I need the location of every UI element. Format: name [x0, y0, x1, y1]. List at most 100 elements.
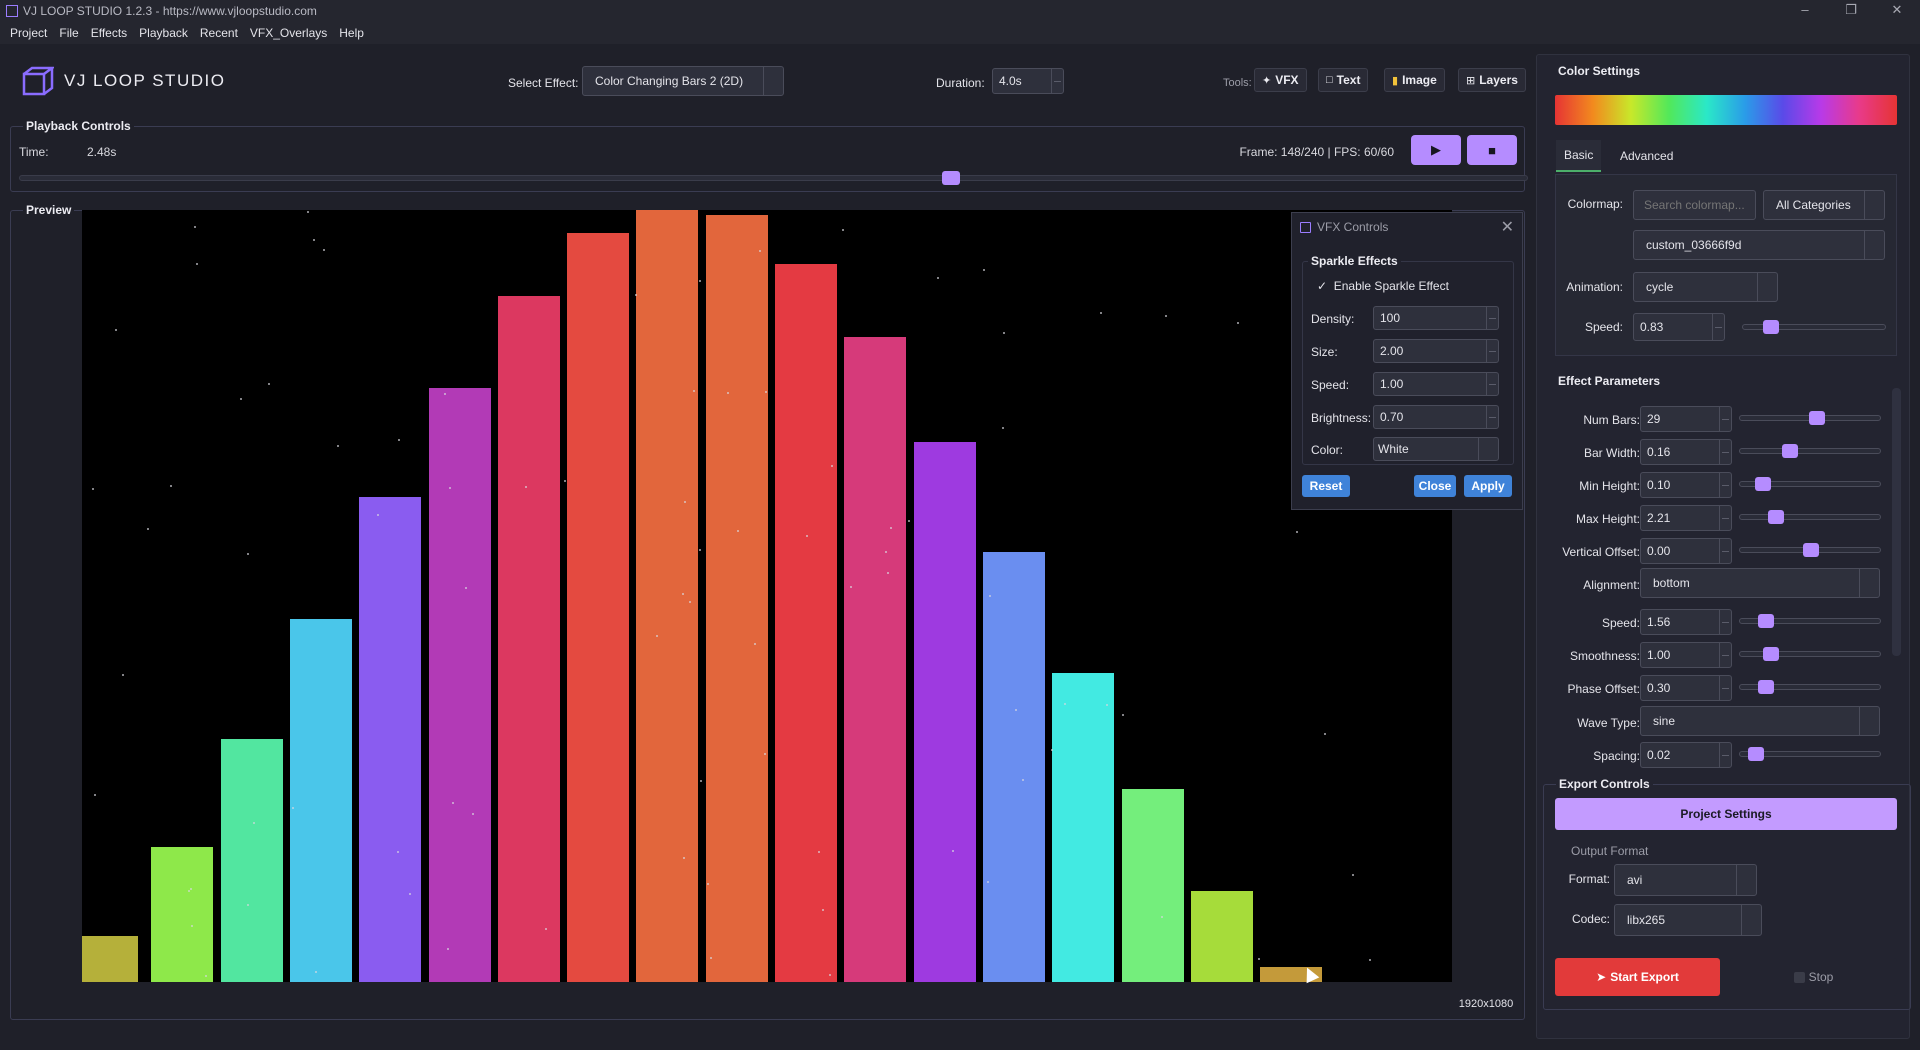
slider-handle[interactable]	[1781, 444, 1798, 458]
timeline-slider[interactable]	[19, 171, 1528, 185]
layers-tool-button[interactable]: ⊞ Layers	[1458, 68, 1526, 92]
stepper-arrows-icon[interactable]	[1486, 307, 1498, 329]
stepper-arrows-icon[interactable]	[1719, 643, 1731, 667]
min-height-slider[interactable]	[1739, 477, 1881, 491]
slider-handle[interactable]	[1767, 510, 1784, 524]
color-speed-stepper[interactable]: 0.83	[1633, 313, 1725, 341]
restore-icon[interactable]: ❐	[1828, 0, 1874, 22]
minimize-icon[interactable]: –	[1782, 0, 1828, 22]
start-export-button[interactable]: ➤ Start Export	[1555, 958, 1720, 996]
stepper-arrows-icon[interactable]	[1051, 69, 1063, 93]
animation-label: Animation:	[1566, 280, 1623, 294]
stepper-arrows-icon[interactable]	[1712, 314, 1724, 340]
colormap-select[interactable]: custom_03666f9d	[1633, 230, 1885, 260]
stop-playback-button[interactable]: ■	[1467, 135, 1517, 165]
effect-speed-label: Speed:	[1601, 616, 1640, 630]
text-tool-button[interactable]: □ Text	[1318, 68, 1369, 92]
brightness-stepper[interactable]: 0.70	[1373, 405, 1499, 429]
vertical-offset-stepper[interactable]: 0.00	[1640, 538, 1732, 564]
size-stepper[interactable]: 2.00	[1373, 339, 1499, 363]
smoothness-slider[interactable]	[1739, 647, 1881, 661]
apply-button[interactable]: Apply	[1464, 475, 1512, 497]
slider-handle[interactable]	[1757, 614, 1774, 628]
slider-handle[interactable]	[1755, 477, 1772, 491]
phase-offset-stepper[interactable]: 0.30	[1640, 675, 1732, 701]
enable-sparkle-checkbox[interactable]: ✓ Enable Sparkle Effect	[1317, 279, 1449, 293]
effect-select[interactable]: Color Changing Bars 2 (2D)	[582, 66, 784, 96]
play-button[interactable]: ▶	[1411, 135, 1461, 165]
stepper-arrows-icon[interactable]	[1719, 539, 1731, 563]
sparkle-particle	[268, 382, 271, 385]
slider-handle[interactable]	[1809, 411, 1826, 425]
sparkle-particle	[115, 329, 118, 332]
stepper-arrows-icon[interactable]	[1486, 340, 1498, 362]
close-button[interactable]: Close	[1414, 475, 1456, 497]
sparkle-effects-group: Sparkle Effects ✓ Enable Sparkle Effect …	[1302, 254, 1514, 465]
codec-select[interactable]: libx265	[1614, 904, 1762, 936]
menu-playback[interactable]: Playback	[139, 26, 188, 40]
vertical-offset-slider[interactable]	[1739, 543, 1881, 557]
slider-handle[interactable]	[1762, 647, 1779, 661]
menu-effects[interactable]: Effects	[91, 26, 127, 40]
sparkle-color-select[interactable]: White	[1373, 437, 1499, 461]
reset-button[interactable]: Reset	[1302, 475, 1350, 497]
stepper-arrows-icon[interactable]	[1719, 610, 1731, 634]
tab-basic[interactable]: Basic	[1556, 140, 1602, 172]
close-icon[interactable]: ✕	[1874, 0, 1920, 22]
effect-speed-slider[interactable]	[1739, 614, 1881, 628]
menu-project[interactable]: Project	[10, 26, 47, 40]
num-bars-slider[interactable]	[1739, 411, 1881, 425]
menu-help[interactable]: Help	[339, 26, 364, 40]
num-bars-stepper[interactable]: 29	[1640, 406, 1732, 432]
stepper-arrows-icon[interactable]	[1719, 743, 1731, 767]
menu-file[interactable]: File	[59, 26, 78, 40]
stepper-arrows-icon[interactable]	[1719, 473, 1731, 497]
visual-bar	[497, 296, 560, 982]
visual-bar	[567, 233, 630, 982]
effect-speed-stepper[interactable]: 1.56	[1640, 609, 1732, 635]
timeline-handle[interactable]	[941, 171, 960, 185]
slider-handle[interactable]	[1763, 320, 1780, 334]
sparkle-particle	[1160, 916, 1163, 919]
min-height-stepper[interactable]: 0.10	[1640, 472, 1732, 498]
phase-offset-slider[interactable]	[1739, 680, 1881, 694]
project-settings-button[interactable]: Project Settings	[1555, 798, 1897, 830]
spacing-stepper[interactable]: 0.02	[1640, 742, 1732, 768]
grid-icon: ⊞	[1466, 74, 1476, 87]
color-speed-slider[interactable]	[1742, 320, 1886, 334]
sparkle-speed-stepper[interactable]: 1.00	[1373, 372, 1499, 396]
max-height-stepper[interactable]: 2.21	[1640, 505, 1732, 531]
slider-handle[interactable]	[1757, 680, 1774, 694]
params-scrollbar[interactable]	[1892, 388, 1901, 656]
sparkle-particle	[397, 438, 400, 441]
tab-advanced[interactable]: Advanced	[1612, 140, 1681, 172]
stepper-arrows-icon[interactable]	[1719, 440, 1731, 464]
category-select[interactable]: All Categories	[1763, 190, 1885, 220]
dialog-close-icon[interactable]: ✕	[1501, 217, 1514, 237]
slider-handle[interactable]	[1803, 543, 1819, 557]
stepper-arrows-icon[interactable]	[1719, 407, 1731, 431]
menu-recent[interactable]: Recent	[200, 26, 238, 40]
colormap-search-input[interactable]	[1633, 190, 1756, 220]
stop-export-button[interactable]: Stop	[1730, 958, 1897, 996]
wave-type-select[interactable]: sine	[1640, 706, 1880, 736]
stepper-arrows-icon[interactable]	[1719, 506, 1731, 530]
image-tool-button[interactable]: ▮ Image	[1384, 68, 1445, 92]
preview-canvas[interactable]	[82, 210, 1452, 982]
stepper-arrows-icon[interactable]	[1486, 373, 1498, 395]
slider-handle[interactable]	[1747, 747, 1764, 761]
vfx-tool-button[interactable]: ✦ VFX	[1254, 68, 1307, 92]
density-stepper[interactable]: 100	[1373, 306, 1499, 330]
format-select[interactable]: avi	[1614, 864, 1757, 896]
duration-stepper[interactable]: 4.0s	[992, 68, 1064, 94]
menu-vfx-overlays[interactable]: VFX_Overlays	[250, 26, 327, 40]
alignment-select[interactable]: bottom	[1640, 568, 1880, 598]
spacing-slider[interactable]	[1739, 747, 1881, 761]
bar-width-stepper[interactable]: 0.16	[1640, 439, 1732, 465]
bar-width-slider[interactable]	[1739, 444, 1881, 458]
stepper-arrows-icon[interactable]	[1719, 676, 1731, 700]
stepper-arrows-icon[interactable]	[1486, 406, 1498, 428]
smoothness-stepper[interactable]: 1.00	[1640, 642, 1732, 668]
animation-select[interactable]: cycle	[1633, 272, 1778, 302]
max-height-slider[interactable]	[1739, 510, 1881, 524]
